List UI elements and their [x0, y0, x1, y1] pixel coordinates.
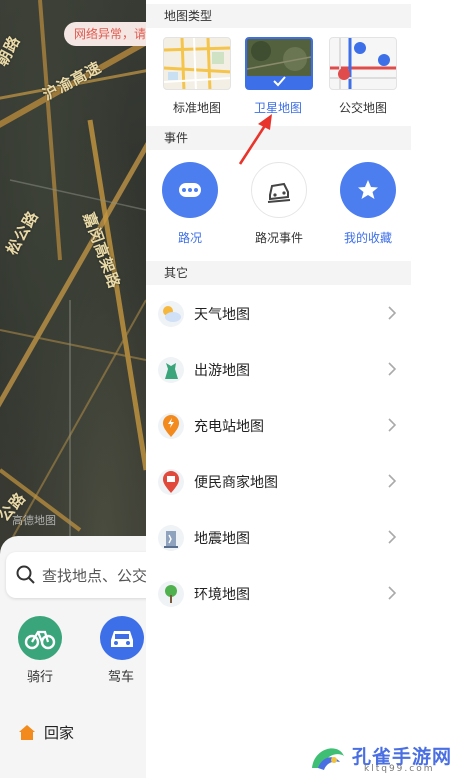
- travel-icon: [158, 357, 184, 383]
- chevron-right-icon: [388, 474, 397, 488]
- section-map-type: 地图类型: [146, 4, 411, 28]
- list-item-label: 充电站地图: [194, 419, 264, 435]
- standard-map-thumbnail: [164, 38, 230, 89]
- bottom-search-card: 查找地点、公交 骑行 驾车 回家: [0, 536, 156, 778]
- map-type-standard[interactable]: [163, 37, 231, 90]
- home-shortcut[interactable]: 回家: [18, 722, 74, 743]
- bike-button[interactable]: [18, 616, 62, 660]
- car-button[interactable]: [100, 616, 144, 660]
- list-item-environment-map[interactable]: 环境地图: [146, 566, 411, 622]
- search-placeholder: 查找地点、公交: [42, 567, 148, 585]
- list-item-label: 出游地图: [194, 363, 250, 379]
- chevron-right-icon: [388, 362, 397, 376]
- road-event-icon: [267, 182, 291, 203]
- search-input[interactable]: 查找地点、公交: [6, 552, 156, 598]
- star-icon: [358, 180, 378, 199]
- peacock-logo-icon: [312, 748, 344, 770]
- map-type-bus-label: 公交地图: [338, 101, 387, 115]
- weather-icon: [158, 301, 184, 327]
- environment-icon: [158, 581, 184, 607]
- map-watermark: 高德地图: [12, 514, 56, 527]
- bike-icon: [24, 630, 56, 650]
- right-gutter: [411, 0, 461, 778]
- annotation-arrow-icon: [238, 114, 272, 165]
- chevron-right-icon: [388, 586, 397, 600]
- list-item-label: 便民商家地图: [194, 475, 278, 491]
- site-watermark-logo: 孔雀手游网 kltq99.com: [308, 738, 458, 776]
- search-icon: [16, 565, 35, 584]
- favorites-label: 我的收藏: [343, 231, 392, 245]
- list-item-label: 天气地图: [194, 307, 250, 323]
- road-event-button[interactable]: [251, 162, 307, 218]
- list-item-label: 环境地图: [194, 587, 250, 603]
- watermark-url: kltq99.com: [364, 764, 435, 774]
- list-item-shop-map[interactable]: 便民商家地图: [146, 454, 411, 510]
- list-item-charging-map[interactable]: 充电站地图: [146, 398, 411, 454]
- list-item-earthquake-map[interactable]: 地震地图: [146, 510, 411, 566]
- map-type-bus[interactable]: [329, 37, 397, 90]
- home-icon: [19, 725, 35, 740]
- traffic-label: 路况: [177, 231, 202, 245]
- favorites-button[interactable]: [340, 162, 396, 218]
- earthquake-icon: [158, 525, 184, 551]
- bike-label: 骑行: [27, 670, 54, 685]
- list-item-weather-map[interactable]: 天气地图: [146, 286, 411, 342]
- satellite-map-thumbnail: [247, 39, 311, 88]
- traffic-icon: [179, 183, 201, 197]
- car-icon: [111, 631, 133, 647]
- charging-icon: [158, 413, 184, 439]
- car-label: 驾车: [108, 670, 135, 685]
- road-event-label: 路况事件: [254, 231, 303, 245]
- list-item-label: 地震地图: [194, 531, 250, 547]
- bus-map-thumbnail: [330, 38, 396, 89]
- section-other: 其它: [146, 261, 411, 285]
- traffic-button[interactable]: [162, 162, 218, 218]
- home-label: 回家: [44, 724, 75, 742]
- list-item-travel-map[interactable]: 出游地图: [146, 342, 411, 398]
- map-type-standard-label: 标准地图: [172, 101, 221, 115]
- chevron-right-icon: [388, 530, 397, 544]
- chevron-right-icon: [388, 306, 397, 320]
- shop-icon: [158, 469, 184, 495]
- chevron-right-icon: [388, 418, 397, 432]
- map-type-satellite[interactable]: [245, 37, 313, 90]
